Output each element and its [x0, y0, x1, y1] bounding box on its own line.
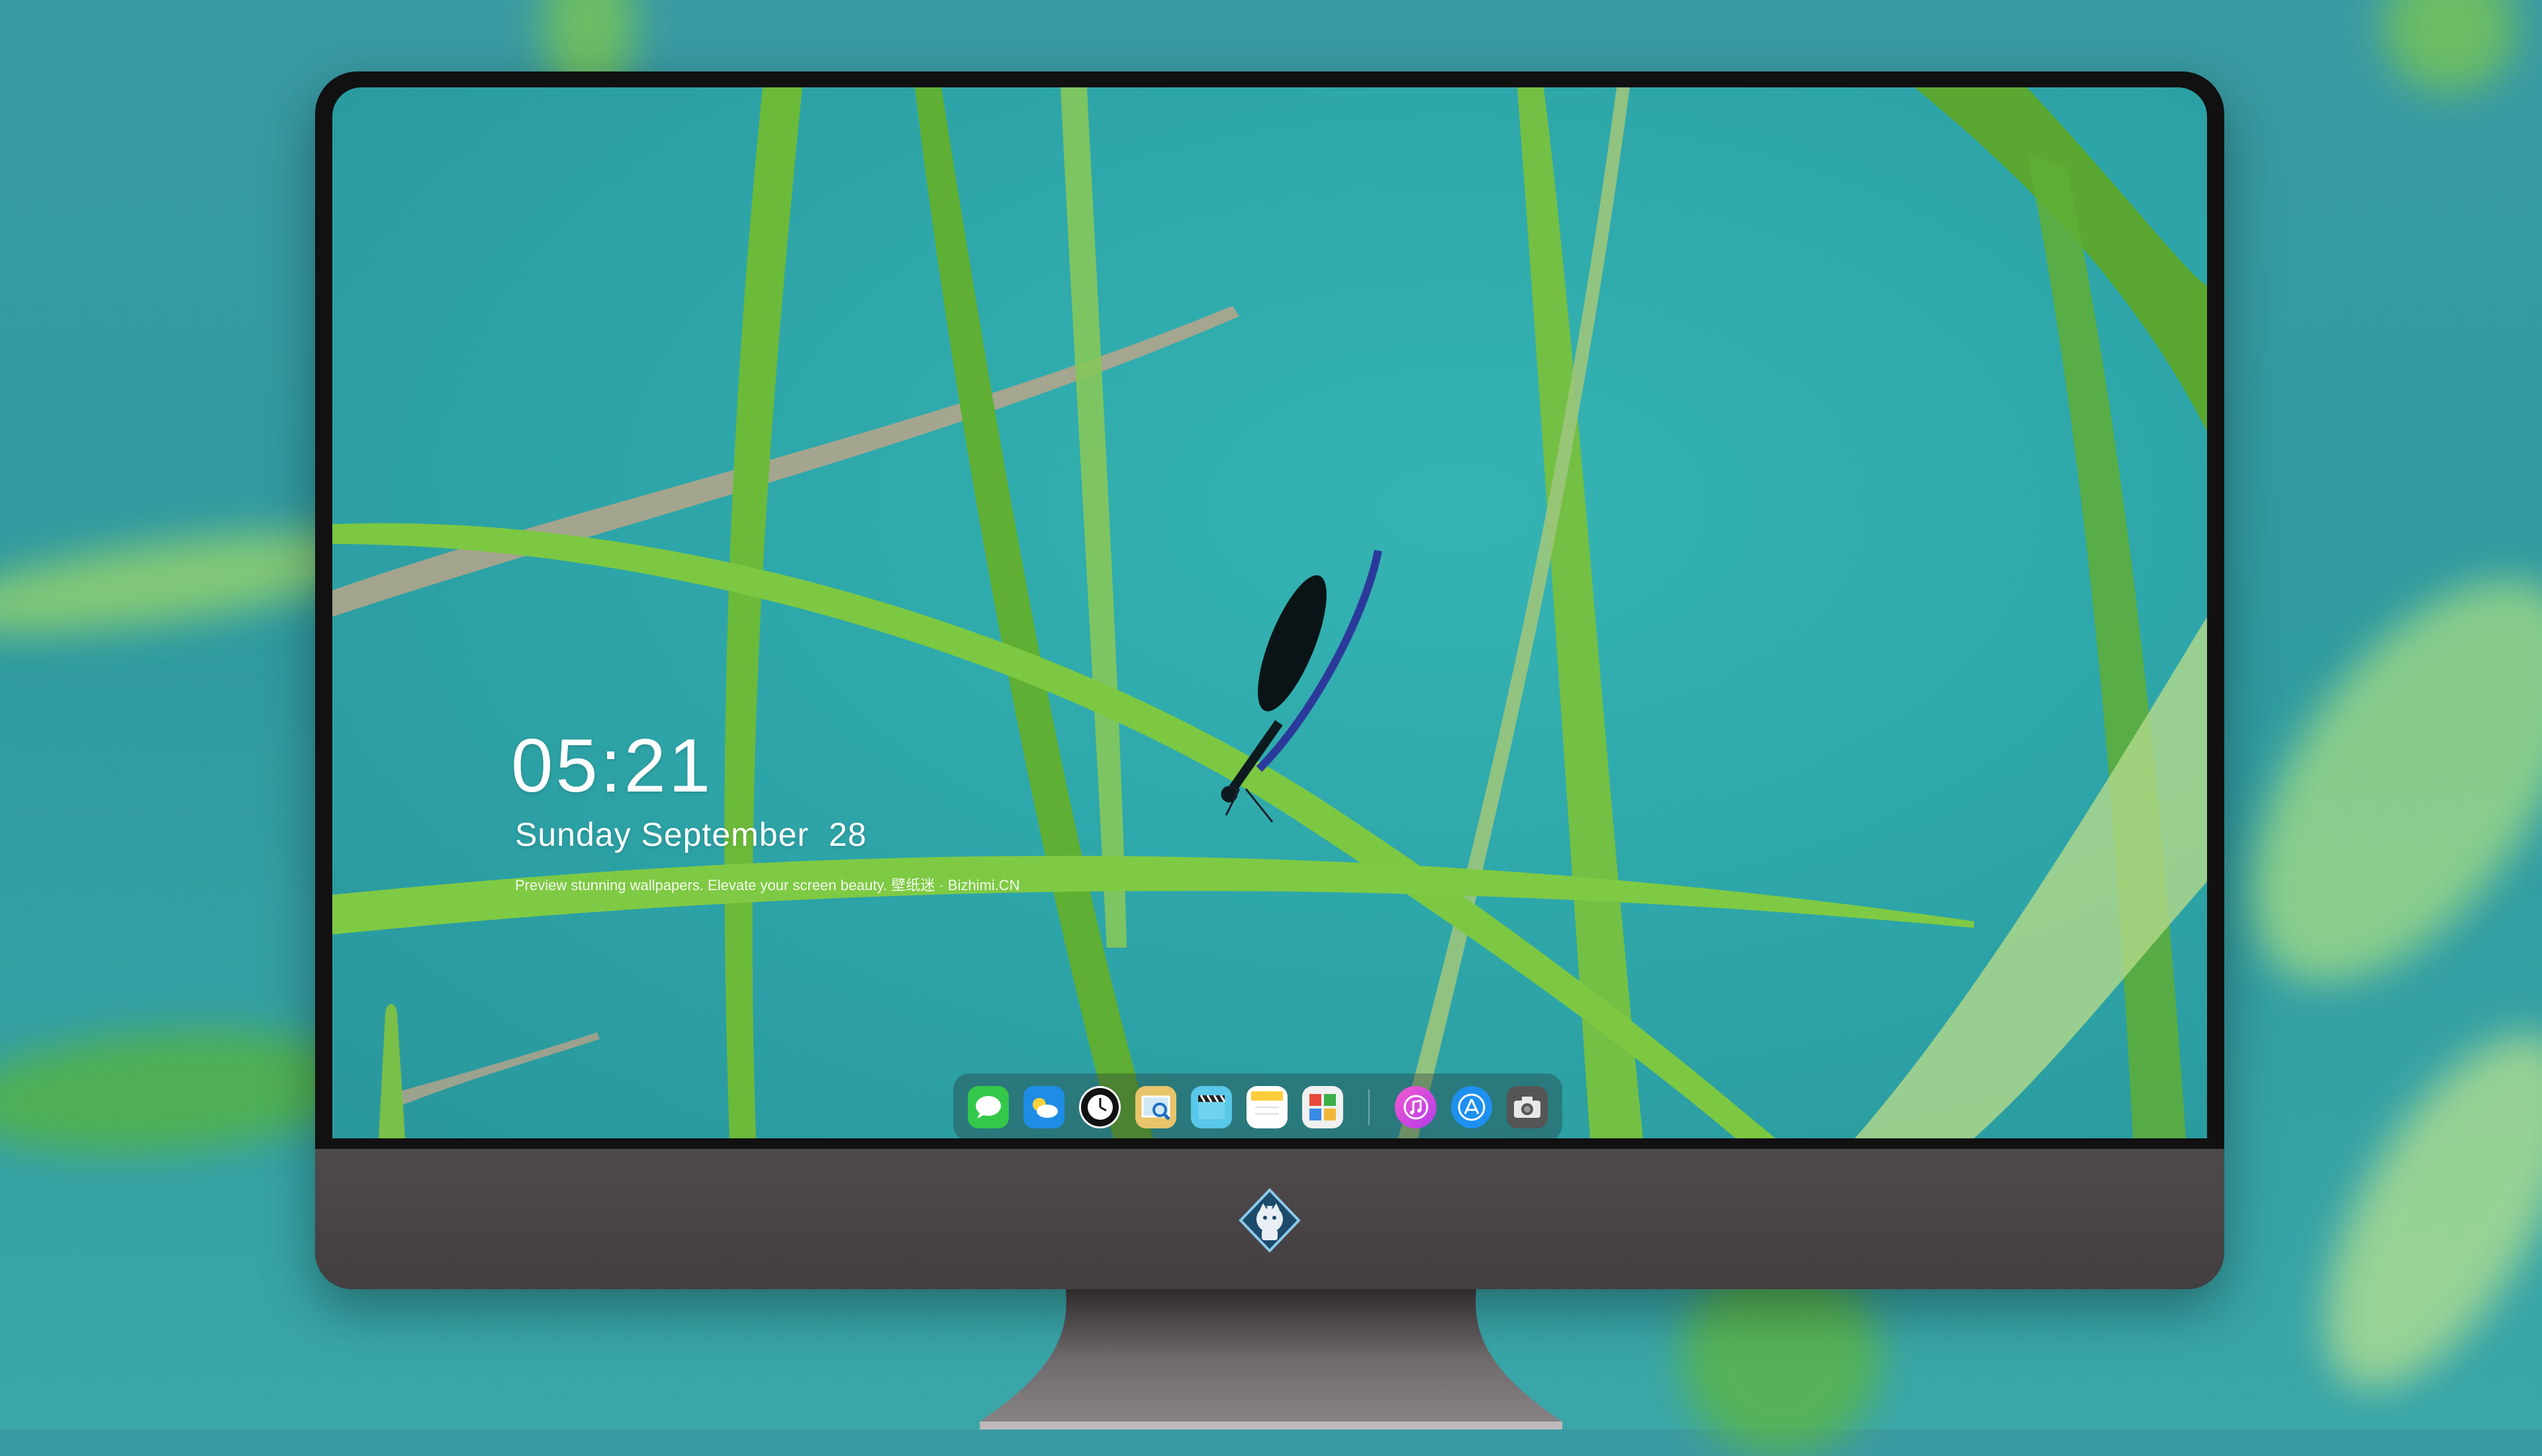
clock-icon[interactable]	[1079, 1086, 1121, 1128]
app-store-icon[interactable]	[1450, 1086, 1492, 1128]
brand-logo-icon	[1237, 1187, 1303, 1253]
notes-icon[interactable]	[1247, 1086, 1288, 1128]
screen: 05:21 Sunday September 28 Preview stunni…	[332, 87, 2207, 1138]
monitor-stand	[980, 1289, 1562, 1430]
messages-icon[interactable]	[968, 1086, 1010, 1128]
photo-booth-icon[interactable]	[1302, 1086, 1344, 1128]
weather-icon[interactable]	[1023, 1086, 1065, 1128]
monitor: 05:21 Sunday September 28 Preview stunni…	[315, 71, 2224, 1289]
dock	[953, 1073, 1562, 1138]
lockscreen-time: 05:21	[511, 724, 714, 808]
dock-separator	[1368, 1089, 1370, 1125]
lockscreen-tagline: Preview stunning wallpapers. Elevate you…	[515, 877, 1020, 893]
background-grass	[2275, 996, 2542, 1426]
wallpaper	[332, 87, 2207, 1138]
background-grass	[2383, 0, 2516, 93]
preview-icon[interactable]	[1135, 1086, 1176, 1128]
video-clapper-icon[interactable]	[1190, 1086, 1233, 1128]
background-grass	[2185, 523, 2542, 1039]
camera-icon[interactable]	[1506, 1086, 1548, 1128]
lockscreen-date: Sunday September 28	[515, 816, 867, 853]
music-icon[interactable]	[1395, 1086, 1436, 1128]
